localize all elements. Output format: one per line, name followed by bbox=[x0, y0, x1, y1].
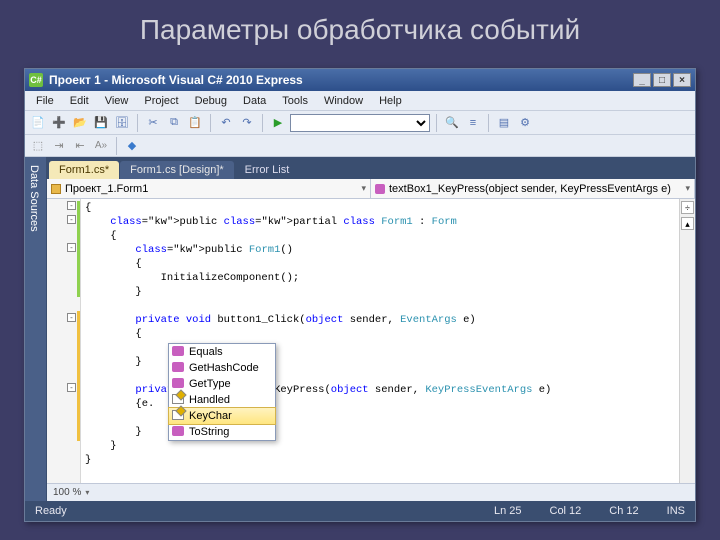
tab-error-list[interactable]: Error List bbox=[235, 161, 300, 179]
intellisense-item[interactable]: Equals bbox=[169, 344, 275, 360]
menu-help[interactable]: Help bbox=[372, 93, 409, 109]
main-column: Form1.cs* Form1.cs [Design]* Error List … bbox=[47, 157, 695, 501]
collapse-icon[interactable]: - bbox=[67, 383, 76, 392]
collapse-icon[interactable]: - bbox=[67, 201, 76, 210]
intellisense-popup[interactable]: EqualsGetHashCodeGetTypeHandledKeyCharTo… bbox=[168, 343, 276, 441]
member-dropdown[interactable]: textBox1_KeyPress(object sender, KeyPres… bbox=[371, 179, 695, 198]
menu-data[interactable]: Data bbox=[236, 93, 273, 109]
tab-form1-cs[interactable]: Form1.cs* bbox=[49, 161, 119, 179]
collapse-icon[interactable]: - bbox=[67, 313, 76, 322]
toolbar-main: 📄 ➕ 📂 💾 🗄 ✂ ⧉ 📋 ↶ ↷ ▶ 🔍 ≡ ▤ ⚙ bbox=[25, 111, 695, 135]
zoom-level[interactable]: 100 % bbox=[53, 487, 81, 498]
statusbar: Ready Ln 25 Col 12 Ch 12 INS bbox=[25, 501, 695, 521]
copy-icon[interactable]: ⧉ bbox=[165, 114, 183, 132]
bookmark-icon[interactable]: ◆ bbox=[123, 137, 141, 155]
collapse-icon[interactable]: - bbox=[67, 243, 76, 252]
data-sources-tab[interactable]: Data Sources bbox=[25, 157, 47, 501]
nav-dropdowns: Проект_1.Form1 textBox1_KeyPress(object … bbox=[47, 179, 695, 199]
a-icon[interactable]: A» bbox=[92, 137, 110, 155]
ide-window: C# Проект 1 - Microsoft Visual C# 2010 E… bbox=[24, 68, 696, 522]
scroll-up-icon[interactable]: ▴ bbox=[681, 217, 694, 230]
separator bbox=[436, 114, 437, 132]
outdent-icon[interactable]: ⇤ bbox=[71, 137, 89, 155]
change-marker bbox=[77, 201, 80, 297]
menu-view[interactable]: View bbox=[98, 93, 136, 109]
status-ins: INS bbox=[667, 505, 685, 517]
intellisense-item[interactable]: ToString bbox=[169, 424, 275, 440]
config-select[interactable] bbox=[290, 114, 430, 132]
change-marker bbox=[77, 311, 80, 441]
separator bbox=[262, 114, 263, 132]
menu-tools[interactable]: Tools bbox=[275, 93, 315, 109]
zoom-dropdown-icon[interactable]: ▾ bbox=[85, 488, 89, 497]
body-row: Data Sources Form1.cs* Form1.cs [Design]… bbox=[25, 157, 695, 501]
gutter: - - - - - bbox=[47, 199, 81, 483]
tab-form1-design[interactable]: Form1.cs [Design]* bbox=[120, 161, 234, 179]
collapse-icon[interactable]: - bbox=[67, 215, 76, 224]
titlebar: C# Проект 1 - Microsoft Visual C# 2010 E… bbox=[25, 69, 695, 91]
properties-icon[interactable]: ⚙ bbox=[516, 114, 534, 132]
separator bbox=[137, 114, 138, 132]
status-ready: Ready bbox=[35, 505, 67, 517]
maximize-button[interactable]: □ bbox=[653, 73, 671, 87]
status-col: Col 12 bbox=[550, 505, 582, 517]
new-project-icon[interactable]: 📄 bbox=[29, 114, 47, 132]
menu-project[interactable]: Project bbox=[137, 93, 185, 109]
split-button[interactable]: ÷ bbox=[681, 201, 694, 214]
separator bbox=[488, 114, 489, 132]
indent-icon[interactable]: ⇥ bbox=[50, 137, 68, 155]
intellisense-item[interactable]: KeyChar bbox=[169, 408, 275, 424]
status-line: Ln 25 bbox=[494, 505, 522, 517]
class-dropdown-label: Проект_1.Form1 bbox=[65, 183, 148, 195]
window-controls: _ □ × bbox=[633, 73, 691, 87]
separator bbox=[116, 137, 117, 155]
separator bbox=[210, 114, 211, 132]
menu-window[interactable]: Window bbox=[317, 93, 370, 109]
comment-icon[interactable]: ≡ bbox=[464, 114, 482, 132]
window-title: Проект 1 - Microsoft Visual C# 2010 Expr… bbox=[49, 73, 303, 87]
undo-icon[interactable]: ↶ bbox=[217, 114, 235, 132]
paste-icon[interactable]: 📋 bbox=[186, 114, 204, 132]
method-icon bbox=[375, 184, 385, 194]
close-button[interactable]: × bbox=[673, 73, 691, 87]
app-icon: C# bbox=[29, 73, 43, 87]
cut-icon[interactable]: ✂ bbox=[144, 114, 162, 132]
solution-explorer-icon[interactable]: ▤ bbox=[495, 114, 513, 132]
menubar: File Edit View Project Debug Data Tools … bbox=[25, 91, 695, 111]
menu-file[interactable]: File bbox=[29, 93, 61, 109]
status-ch: Ch 12 bbox=[609, 505, 638, 517]
redo-icon[interactable]: ↷ bbox=[238, 114, 256, 132]
intellisense-item[interactable]: GetHashCode bbox=[169, 360, 275, 376]
save-icon[interactable]: 💾 bbox=[92, 114, 110, 132]
minimize-button[interactable]: _ bbox=[633, 73, 651, 87]
toolbar-text: ⬚ ⇥ ⇤ A» ◆ bbox=[25, 135, 695, 157]
intellisense-item[interactable]: Handled bbox=[169, 392, 275, 408]
code-editor[interactable]: - - - - - { class="kw">public class="kw"… bbox=[47, 199, 695, 483]
slide-title: Параметры обработчика событий bbox=[0, 0, 720, 56]
right-strip: ÷ ▴ bbox=[679, 199, 695, 483]
class-icon bbox=[51, 184, 61, 194]
code-text[interactable]: { class="kw">public class="kw">partial c… bbox=[81, 199, 679, 483]
zoom-bar: 100 % ▾ bbox=[47, 483, 695, 501]
menu-debug[interactable]: Debug bbox=[188, 93, 234, 109]
start-debug-icon[interactable]: ▶ bbox=[269, 114, 287, 132]
find-icon[interactable]: 🔍 bbox=[443, 114, 461, 132]
toggle-icon[interactable]: ⬚ bbox=[29, 137, 47, 155]
save-all-icon[interactable]: 🗄 bbox=[113, 114, 131, 132]
add-item-icon[interactable]: ➕ bbox=[50, 114, 68, 132]
open-icon[interactable]: 📂 bbox=[71, 114, 89, 132]
menu-edit[interactable]: Edit bbox=[63, 93, 96, 109]
intellisense-item[interactable]: GetType bbox=[169, 376, 275, 392]
class-dropdown[interactable]: Проект_1.Form1 bbox=[47, 179, 371, 198]
member-dropdown-label: textBox1_KeyPress(object sender, KeyPres… bbox=[389, 183, 671, 195]
document-tabs: Form1.cs* Form1.cs [Design]* Error List bbox=[47, 157, 695, 179]
